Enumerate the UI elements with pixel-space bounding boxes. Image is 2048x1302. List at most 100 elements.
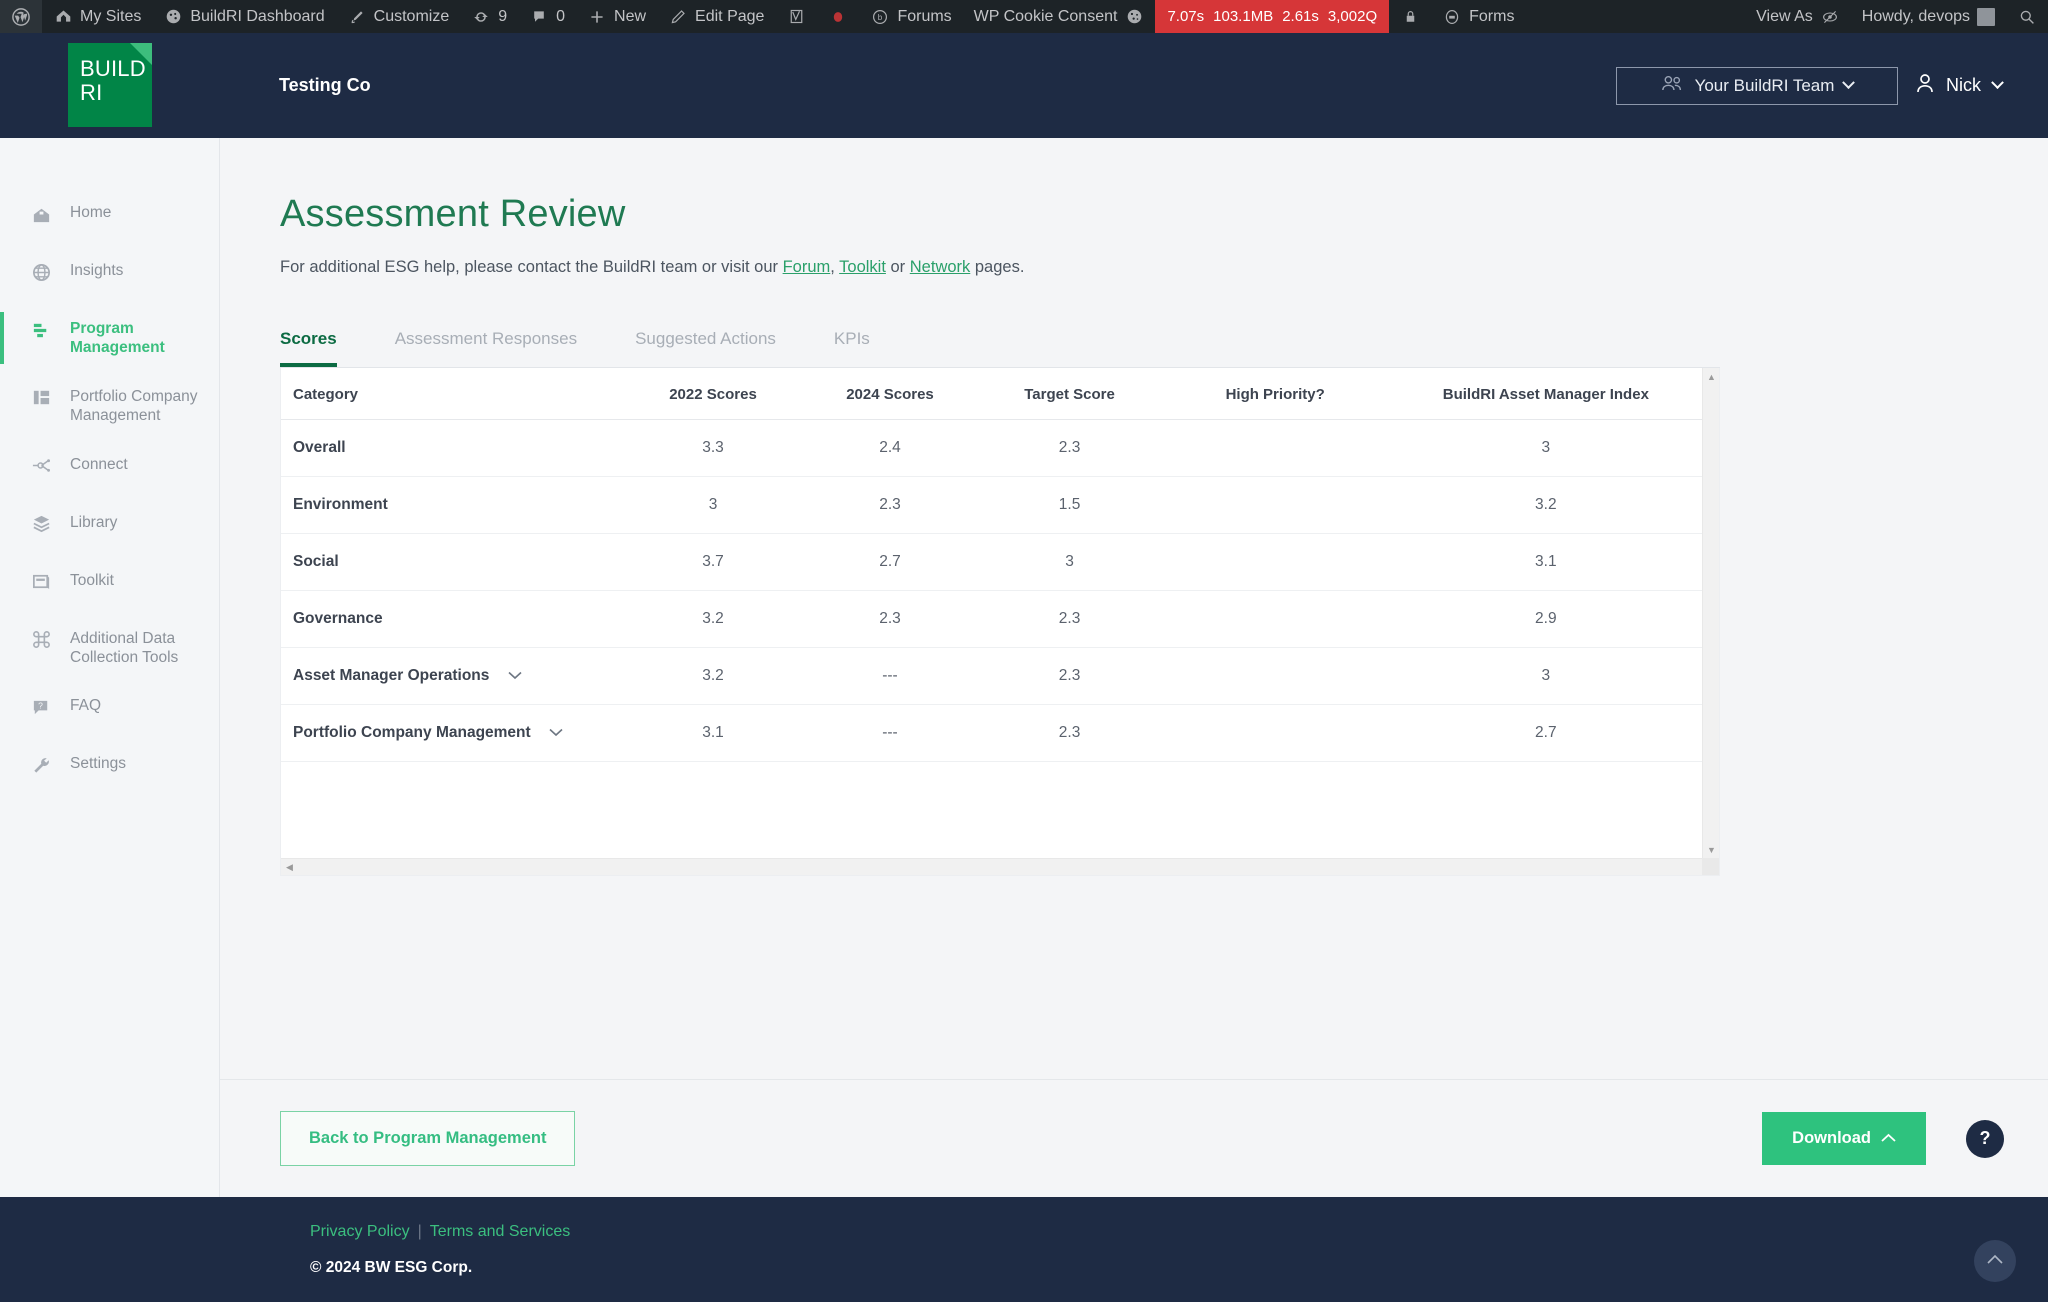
command-icon [30, 629, 52, 651]
tab-assessment-responses[interactable]: Assessment Responses [395, 329, 577, 367]
chevron-down-icon [1842, 76, 1856, 90]
action-bar: Back to Program Management Download ? [220, 1079, 2048, 1197]
sidebar-item-library[interactable]: Library [0, 498, 219, 556]
row-expand-chevron-down-icon[interactable] [549, 724, 563, 742]
table-row[interactable]: Social 3.7 2.7 3 3.1 [281, 533, 1702, 591]
tab-suggested-actions[interactable]: Suggested Actions [635, 329, 776, 367]
scores-table-viewport: Category 2022 Scores 2024 Scores Target … [281, 368, 1702, 858]
admin-bar-forms[interactable]: Forms [1431, 0, 1525, 33]
cell-2022: 3.3 [624, 419, 802, 477]
admin-bar-edit-page[interactable]: Edit Page [657, 0, 775, 33]
sidebar-item-portfolio-company-management[interactable]: Portfolio Company Management [0, 372, 219, 440]
scores-table-body: Overall 3.3 2.4 2.3 3 Environment 3 2.3 … [281, 419, 1702, 762]
column-header-category[interactable]: Category [281, 368, 625, 420]
cell-2024: 2.3 [801, 590, 979, 648]
sidebar-item-connect-label: Connect [70, 455, 128, 473]
sidebar-item-library-label: Library [70, 513, 118, 531]
site-header: BUILD RI Testing Co Your BuildRI Team Ni… [0, 33, 2048, 138]
intro-suffix: pages. [970, 258, 1025, 276]
action-bar-right: Download ? [1762, 1112, 2004, 1165]
tab-bar: Scores Assessment Responses Suggested Ac… [280, 329, 1720, 368]
table-row[interactable]: Governance 3.2 2.3 2.3 2.9 [281, 590, 1702, 648]
column-header-2024-scores[interactable]: 2024 Scores [801, 368, 979, 420]
search-icon [2017, 7, 2037, 27]
sidebar-item-insights[interactable]: Insights [0, 246, 219, 304]
admin-bar-forums-label: Forums [897, 7, 952, 25]
logo-line-2: RI [80, 79, 103, 105]
toolkit-link[interactable]: Toolkit [839, 258, 886, 276]
admin-bar-new[interactable]: New [576, 0, 657, 33]
home-icon [30, 203, 52, 225]
admin-bar-updates[interactable]: 9 [460, 0, 518, 33]
privacy-policy-link[interactable]: Privacy Policy [310, 1223, 410, 1240]
admin-bar-search[interactable] [2006, 0, 2048, 33]
admin-bar-comments[interactable]: 0 [518, 0, 576, 33]
cell-high-priority [1160, 590, 1390, 648]
cell-high-priority [1160, 533, 1390, 591]
admin-bar-my-sites-label: My Sites [80, 7, 142, 25]
column-header-high-priority[interactable]: High Priority? [1160, 368, 1390, 420]
cell-target: 2.3 [978, 590, 1161, 648]
admin-bar-customize-label: Customize [373, 7, 450, 25]
table-row[interactable]: Overall 3.3 2.4 2.3 3 [281, 419, 1702, 477]
column-header-2022-scores[interactable]: 2022 Scores [624, 368, 802, 420]
sidebar-item-settings[interactable]: Settings [0, 739, 219, 797]
tab-kpis[interactable]: KPIs [834, 329, 870, 367]
terms-and-services-link[interactable]: Terms and Services [430, 1223, 571, 1240]
table-vertical-scrollbar[interactable]: ▲ ▼ [1702, 368, 1719, 858]
admin-bar-my-sites[interactable]: My Sites [42, 0, 152, 33]
buildri-logo[interactable]: BUILD RI [68, 43, 152, 127]
lock-icon [1400, 7, 1420, 27]
admin-bar-buildri-dashboard[interactable]: BuildRI Dashboard [152, 0, 335, 33]
admin-bar-forums[interactable]: b Forums [859, 0, 962, 33]
admin-bar-view-as[interactable]: View As [1745, 0, 1851, 33]
admin-bar-performance-meter[interactable]: 7.07s 103.1MB 2.61s 3,002Q [1155, 0, 1390, 33]
back-to-program-management-button[interactable]: Back to Program Management [280, 1111, 576, 1166]
sidebar-item-program-management[interactable]: Program Management [0, 304, 219, 372]
sidebar-item-insights-label: Insights [70, 262, 124, 279]
network-link[interactable]: Network [910, 258, 971, 276]
scroll-left-arrow-icon[interactable]: ◀ [281, 859, 298, 876]
sidebar-item-connect[interactable]: Connect [0, 440, 219, 498]
forum-link[interactable]: Forum [783, 258, 831, 276]
site-footer: Privacy Policy | Terms and Services © 2024… [0, 1197, 2048, 1302]
scroll-down-arrow-icon[interactable]: ▼ [1703, 841, 1720, 858]
sidebar-item-faq[interactable]: ? FAQ [0, 681, 219, 739]
copyright-text: © 2024 BW ESG Corp. [310, 1259, 473, 1276]
brush-icon [347, 7, 367, 27]
globe-icon [30, 261, 52, 283]
download-button[interactable]: Download [1762, 1112, 1926, 1165]
admin-bar-wordpress-logo[interactable] [0, 0, 42, 33]
user-menu-button[interactable]: Nick [1916, 73, 2008, 98]
svg-text:?: ? [38, 700, 43, 710]
scroll-up-arrow-icon[interactable]: ▲ [1703, 368, 1720, 385]
cookie-icon [1124, 7, 1144, 27]
sidebar-item-portfolio-company-management-label: Portfolio Company Management [70, 387, 198, 425]
admin-bar-security[interactable] [1389, 0, 1431, 33]
sidebar-item-home[interactable]: Home [0, 188, 219, 246]
table-row[interactable]: Environment 3 2.3 1.5 3.2 [281, 476, 1702, 534]
user-menu-label: Nick [1946, 75, 1981, 95]
table-row[interactable]: Portfolio Company Management 3.1 --- 2.3… [281, 704, 1702, 762]
help-button[interactable]: ? [1966, 1119, 2004, 1158]
table-horizontal-scrollbar[interactable]: ◀ [281, 858, 1719, 875]
sidebar-item-additional-data-collection-tools[interactable]: Additional Data Collection Tools [0, 614, 219, 682]
admin-bar-customize[interactable]: Customize [336, 0, 461, 33]
admin-bar-record-status[interactable] [817, 0, 859, 33]
cell-category: Overall [281, 419, 625, 477]
sidebar-item-toolkit[interactable]: Toolkit [0, 556, 219, 614]
admin-bar-howdy[interactable]: Howdy, devops [1851, 0, 2006, 33]
column-header-asset-manager-index[interactable]: BuildRI Asset Manager Index [1389, 368, 1702, 420]
admin-bar-cookie-consent[interactable]: WP Cookie Consent [963, 0, 1156, 33]
team-switcher-button[interactable]: Your BuildRI Team [1616, 66, 1898, 105]
row-expand-chevron-down-icon[interactable] [508, 667, 522, 685]
cell-high-priority [1160, 647, 1390, 705]
column-header-target-score[interactable]: Target Score [978, 368, 1161, 420]
logo-line-1: BUILD [80, 56, 146, 81]
scroll-to-top-button[interactable] [1974, 1240, 2016, 1282]
table-header-row: Category 2022 Scores 2024 Scores Target … [281, 368, 1702, 420]
admin-bar-validator[interactable] [775, 0, 817, 33]
cell-index: 2.7 [1389, 704, 1702, 762]
table-row[interactable]: Asset Manager Operations 3.2 --- 2.3 3 [281, 647, 1702, 705]
tab-scores[interactable]: Scores [280, 329, 337, 367]
